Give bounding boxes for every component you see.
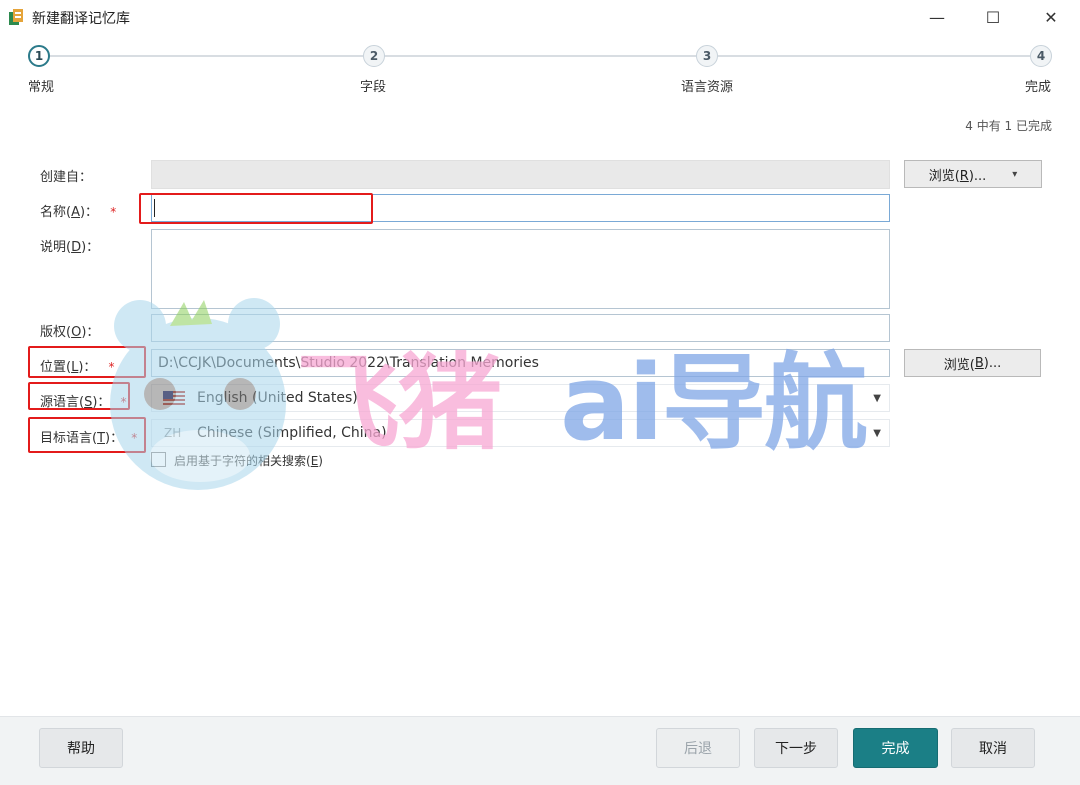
required-mark: * bbox=[110, 205, 117, 219]
created-from-field bbox=[151, 160, 890, 189]
step-1-indicator: 1 bbox=[28, 45, 50, 67]
cancel-button[interactable]: 取消 bbox=[951, 728, 1035, 768]
close-icon: ✕ bbox=[1044, 7, 1058, 27]
progress-status: 4 中有 1 已完成 bbox=[965, 119, 1052, 133]
step-connector bbox=[50, 55, 363, 57]
char-search-label: 启用基于字符的相关搜索(E) bbox=[174, 454, 323, 468]
copyright-label: 版权(O)： bbox=[40, 325, 100, 340]
source-language-select[interactable]: English (United States) ▼ bbox=[151, 384, 890, 412]
highlight-box-location bbox=[28, 346, 146, 378]
source-language-value: English (United States) bbox=[197, 390, 358, 406]
highlight-box-target bbox=[28, 417, 146, 453]
window-title: 新建翻译记忆库 bbox=[32, 11, 130, 27]
minimize-icon: — bbox=[929, 7, 945, 27]
app-logo-icon bbox=[9, 9, 23, 25]
finish-button[interactable]: 完成 bbox=[853, 728, 938, 768]
step-3-label: 语言资源 bbox=[681, 80, 734, 95]
language-code-badge: ZH bbox=[164, 426, 182, 440]
minimize-button[interactable]: — bbox=[914, 0, 960, 34]
target-language-select[interactable]: ZH Chinese (Simplified, China) ▼ bbox=[151, 419, 890, 447]
step-1-label: 常规 bbox=[28, 80, 55, 95]
step-4-label: 完成 bbox=[1025, 80, 1052, 95]
browse-location-button[interactable]: 浏览(B)... bbox=[904, 349, 1041, 377]
us-flag-icon bbox=[163, 391, 185, 405]
browse-location-label: 浏览( bbox=[943, 357, 975, 373]
maximize-icon: ☐ bbox=[985, 7, 1001, 27]
step-connector bbox=[718, 55, 1030, 57]
browse-location-hotkey: B bbox=[974, 355, 984, 371]
step-2-label: 字段 bbox=[360, 80, 387, 95]
char-search-checkbox[interactable] bbox=[151, 452, 166, 467]
browse-template-button[interactable]: 浏览(R)... ▾ bbox=[904, 160, 1042, 188]
copyright-input[interactable] bbox=[151, 314, 890, 342]
target-language-value: Chinese (Simplified, China) bbox=[197, 425, 387, 441]
description-label: 说明(D)： bbox=[40, 240, 100, 255]
browse-label: 浏览( bbox=[928, 168, 960, 184]
close-button[interactable]: ✕ bbox=[1028, 0, 1074, 34]
maximize-button[interactable]: ☐ bbox=[970, 0, 1016, 34]
back-button[interactable]: 后退 bbox=[656, 728, 740, 768]
location-field[interactable]: D:\CCJK\Documents\Studio 2022\Translatio… bbox=[151, 349, 890, 377]
browse-location-suffix: )... bbox=[983, 355, 1002, 371]
browse-hotkey: R bbox=[959, 168, 969, 184]
help-button[interactable]: 帮助 bbox=[39, 728, 123, 768]
name-label: 名称(A)： * bbox=[40, 205, 117, 220]
highlight-box-name bbox=[139, 193, 373, 224]
description-input[interactable] bbox=[151, 229, 890, 309]
chevron-down-icon: ▼ bbox=[873, 428, 881, 439]
step-2-indicator: 2 bbox=[363, 45, 385, 67]
created-from-label: 创建自： bbox=[40, 170, 93, 185]
step-4-indicator: 4 bbox=[1030, 45, 1052, 67]
next-button[interactable]: 下一步 bbox=[754, 728, 838, 768]
highlight-box-source bbox=[28, 382, 130, 410]
step-connector bbox=[384, 55, 696, 57]
chevron-down-icon: ▼ bbox=[873, 393, 881, 404]
browse-label-suffix: )... bbox=[968, 168, 987, 184]
step-3-indicator: 3 bbox=[696, 45, 718, 67]
chevron-down-icon: ▾ bbox=[1012, 168, 1018, 180]
